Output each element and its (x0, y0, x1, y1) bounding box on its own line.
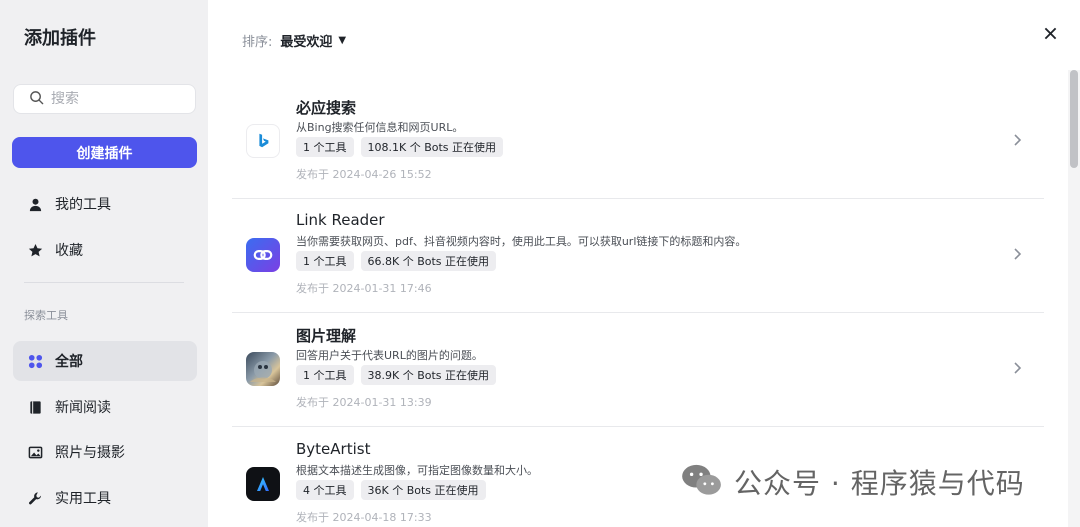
sort-value: 最受欢迎 (280, 35, 333, 50)
grid-icon (27, 353, 43, 369)
plugin-card[interactable]: Link Reader 当你需要获取网页、pdf、抖音视频内容时，使用此工具。可… (232, 199, 1044, 313)
plugin-card[interactable]: 图片理解 回答用户关于代表URL的图片的问题。 1 个工具 38.9K 个 Bo… (232, 313, 1044, 427)
byteartist-logo-icon (246, 467, 280, 501)
plugin-card[interactable]: 必应搜索 从Bing搜索任何信息和网页URL。 1 个工具 108.1K 个 B… (232, 85, 1044, 199)
sidebar: 添加插件 创建插件 我的工具 收藏 探索工具 全部 新闻阅读 (0, 0, 208, 527)
chevron-right-icon[interactable] (1010, 361, 1024, 375)
main-panel: 排序: 最受欢迎 ▼ 必应搜索 从Bing搜索任何信息和网页URL。 1 个工具… (208, 0, 1080, 527)
tools-count-badge: 1 个工具 (296, 365, 354, 385)
plugin-description: 根据文本描述生成图像，可指定图像数量和大小。 (296, 464, 538, 477)
bots-count-badge: 38.9K 个 Bots 正在使用 (360, 365, 497, 385)
sidebar-divider (24, 282, 184, 283)
photo-thumbnail-icon (246, 352, 280, 386)
explore-section-label: 探索工具 (24, 309, 68, 322)
search-box[interactable] (13, 84, 196, 114)
nav-label: 全部 (55, 354, 83, 370)
bing-logo-icon (246, 124, 280, 158)
plugin-name: 必应搜索 (296, 99, 357, 117)
publish-date: 发布于 2024-04-26 15:52 (296, 168, 432, 181)
nav-category-news[interactable]: 新闻阅读 (13, 387, 197, 427)
image-icon (27, 444, 43, 460)
nav-category-photo[interactable]: 照片与摄影 (13, 432, 197, 472)
chevron-right-icon[interactable] (1010, 247, 1024, 261)
nav-label: 实用工具 (55, 491, 111, 507)
user-icon (27, 196, 43, 212)
sidebar-title: 添加插件 (24, 28, 96, 49)
bots-count-badge: 66.8K 个 Bots 正在使用 (360, 251, 497, 271)
publish-date: 发布于 2024-01-31 17:46 (296, 282, 432, 295)
search-icon (29, 90, 44, 109)
bots-count-badge: 36K 个 Bots 正在使用 (360, 480, 486, 500)
wechat-icon (680, 463, 724, 501)
plugin-name: ByteArtist (296, 440, 371, 458)
scrollbar[interactable] (1068, 70, 1080, 527)
nav-category-all[interactable]: 全部 (13, 341, 197, 381)
nav-label: 我的工具 (55, 197, 111, 213)
wrench-icon (27, 490, 43, 506)
plugin-name: 图片理解 (296, 327, 357, 345)
close-icon (1044, 25, 1057, 44)
scrollbar-thumb[interactable] (1070, 70, 1078, 168)
plugin-description: 从Bing搜索任何信息和网页URL。 (296, 121, 464, 134)
book-icon (27, 399, 43, 415)
watermark-text: 公众号 · 程序猿与代码 (734, 467, 1025, 500)
publish-date: 发布于 2024-01-31 13:39 (296, 396, 432, 409)
close-button[interactable] (1040, 24, 1060, 44)
create-plugin-button[interactable]: 创建插件 (12, 137, 197, 168)
nav-category-utilities[interactable]: 实用工具 (13, 478, 197, 518)
search-input[interactable] (51, 91, 181, 107)
star-icon (27, 242, 43, 258)
publish-date: 发布于 2024-04-18 17:33 (296, 511, 432, 524)
chevron-right-icon[interactable] (1010, 133, 1024, 147)
tools-count-badge: 1 个工具 (296, 137, 354, 157)
nav-my-tools[interactable]: 我的工具 (13, 184, 197, 224)
nav-favorites[interactable]: 收藏 (13, 230, 197, 270)
plugin-description: 当你需要获取网页、pdf、抖音视频内容时，使用此工具。可以获取url链接下的标题… (296, 235, 747, 248)
tools-count-badge: 4 个工具 (296, 480, 354, 500)
link-icon (246, 238, 280, 272)
bots-count-badge: 108.1K 个 Bots 正在使用 (360, 137, 504, 157)
tools-count-badge: 1 个工具 (296, 251, 354, 271)
nav-label: 照片与摄影 (55, 445, 125, 461)
nav-label: 收藏 (55, 243, 83, 259)
caret-down-icon: ▼ (338, 35, 347, 46)
sort-dropdown[interactable]: 排序: 最受欢迎 ▼ (242, 31, 346, 50)
sort-label: 排序: (242, 35, 273, 50)
watermark: 公众号 · 程序猿与代码 (680, 462, 1025, 502)
plugin-name: Link Reader (296, 211, 385, 229)
nav-label: 新闻阅读 (55, 400, 111, 416)
plugin-description: 回答用户关于代表URL的图片的问题。 (296, 349, 483, 362)
